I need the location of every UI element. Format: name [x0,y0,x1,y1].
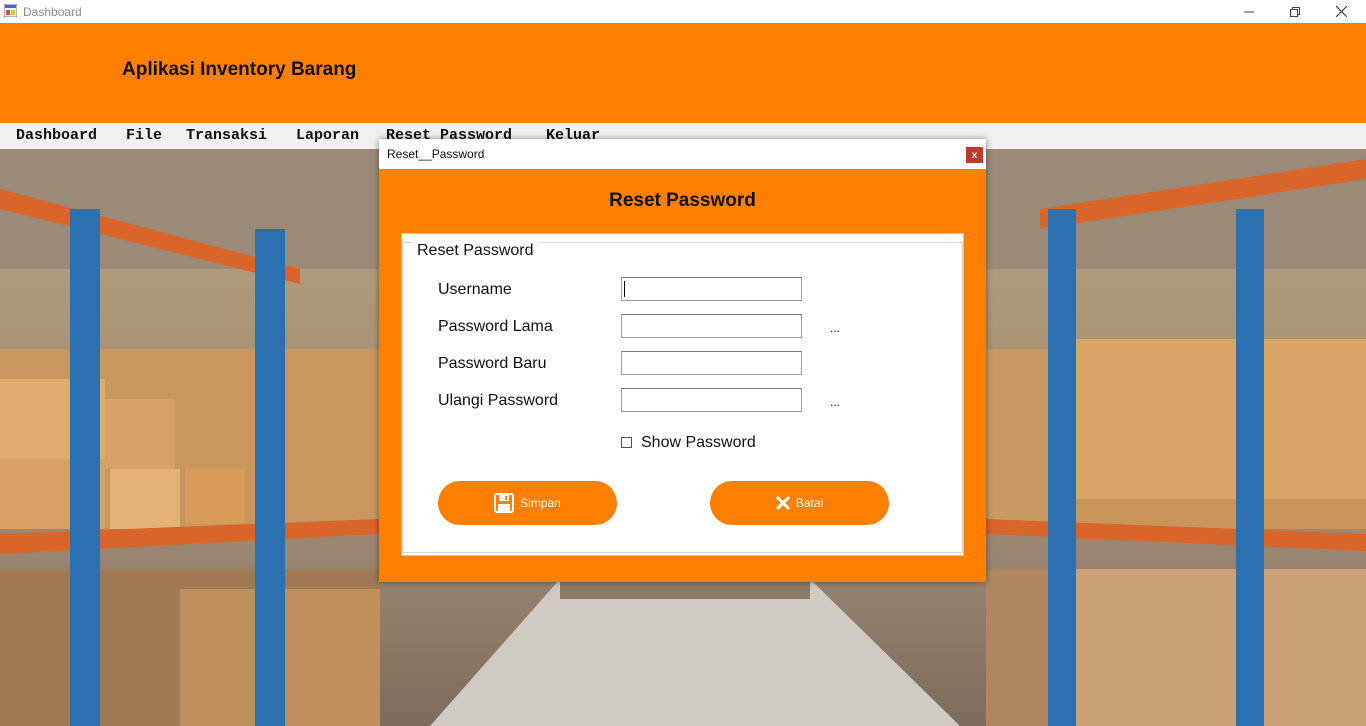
restore-button[interactable] [1272,0,1318,23]
x-icon [775,496,790,510]
new-password-label: Password Baru [438,355,547,372]
confirm-password-reveal-button[interactable]: ... [830,395,840,409]
username-label: Username [438,281,512,298]
dialog-close-icon: x [971,149,978,161]
save-button[interactable]: Simpan [438,481,617,525]
old-password-label: Password Lama [438,318,553,335]
save-button-label: Simpan [520,496,561,510]
username-input[interactable] [621,277,802,301]
show-password-label[interactable]: Show Password [641,434,756,452]
show-password-checkbox[interactable] [621,437,632,448]
form-panel: Reset Password Username Password Lama ..… [401,233,964,556]
old-password-reveal-button[interactable]: ... [830,321,840,335]
reset-password-dialog: Reset__Password x Reset Password Reset P… [379,139,986,582]
old-password-input[interactable] [621,314,802,338]
minimize-button[interactable] [1226,0,1272,23]
dialog-titlebar: Reset__Password x [379,139,986,169]
floppy-disk-icon [494,493,515,513]
text-caret [624,281,625,297]
groupbox-title: Reset Password [413,242,538,260]
dialog-title: Reset__Password [387,147,485,161]
menu-laporan[interactable]: Laporan [296,127,359,144]
dialog-heading: Reset Password [609,190,756,211]
dialog-close-button[interactable]: x [966,147,983,163]
app-header: Aplikasi Inventory Barang [0,23,1366,123]
new-password-input[interactable] [621,351,802,375]
close-icon [1335,6,1347,17]
cancel-button-label: Batal [795,496,824,510]
window-title: Dashboard [23,5,82,19]
confirm-password-label: Ulangi Password [438,392,559,409]
app-icon [4,4,17,17]
menu-transaksi[interactable]: Transaksi [186,127,267,144]
window-close-button[interactable] [1318,0,1364,23]
menu-dashboard[interactable]: Dashboard [16,127,97,144]
minimize-icon [1244,11,1254,12]
cancel-button[interactable]: Batal [710,481,889,525]
reset-password-groupbox: Reset Password Username Password Lama ..… [402,242,963,553]
app-title: Aplikasi Inventory Barang [122,59,357,80]
window-titlebar: Dashboard [0,0,1366,23]
restore-icon [1290,6,1300,17]
confirm-password-input[interactable] [621,388,802,412]
menu-file[interactable]: File [126,127,162,144]
